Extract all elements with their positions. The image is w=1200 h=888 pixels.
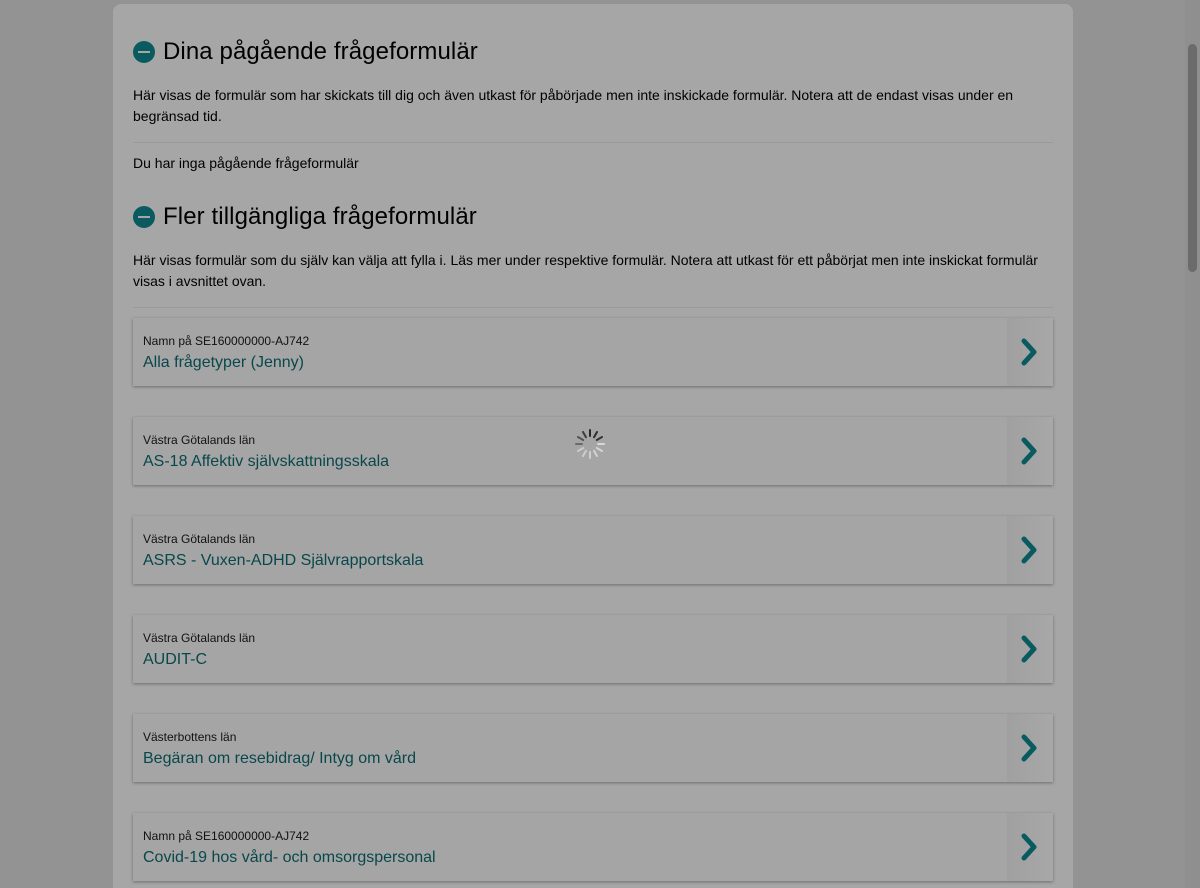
available-divider bbox=[133, 307, 1053, 308]
ongoing-section-title: Dina pågående frågeformulär bbox=[163, 38, 478, 65]
available-section: Fler tillgängliga frågeformulär bbox=[133, 202, 1053, 232]
chevron-right-icon bbox=[1021, 437, 1037, 465]
form-provider: Västra Götalands län bbox=[143, 532, 256, 546]
form-card[interactable]: Namn på SE160000000-AJ742 Alla frågetype… bbox=[133, 318, 1053, 386]
scrollbar-thumb[interactable] bbox=[1188, 44, 1197, 272]
chevron-right-icon bbox=[1021, 338, 1037, 366]
available-section-header: Fler tillgängliga frågeformulär bbox=[133, 202, 1053, 232]
form-card[interactable]: Västra Götalands län ASRS - Vuxen-ADHD S… bbox=[133, 516, 1053, 584]
chevron-right-icon bbox=[1021, 536, 1037, 564]
form-title-link[interactable]: AS-18 Affektiv självskattningsskala bbox=[143, 453, 389, 471]
minus-circle-icon[interactable] bbox=[133, 41, 155, 63]
chevron-right-icon bbox=[1021, 734, 1037, 762]
form-open-button[interactable] bbox=[1007, 813, 1053, 881]
ongoing-section-description: Här visas de formulär som har skickats t… bbox=[133, 87, 1014, 124]
form-provider: Västra Götalands län bbox=[143, 631, 256, 645]
minus-circle-icon[interactable] bbox=[133, 206, 155, 228]
form-provider: Västerbottens län bbox=[143, 730, 237, 744]
form-open-button[interactable] bbox=[1007, 714, 1053, 782]
form-list: Namn på SE160000000-AJ742 Alla frågetype… bbox=[133, 318, 1053, 888]
loading-spinner-icon bbox=[575, 429, 605, 459]
form-title-link[interactable]: Begäran om resebidrag/ Intyg om vård bbox=[143, 750, 416, 768]
form-provider: Västra Götalands län bbox=[143, 433, 256, 447]
form-card[interactable]: Namn på SE160000000-AJ742 Covid-19 hos v… bbox=[133, 813, 1053, 881]
form-open-button[interactable] bbox=[1007, 615, 1053, 683]
ongoing-empty-message: Du har inga pågående frågeformulär bbox=[133, 155, 359, 171]
form-open-button[interactable] bbox=[1007, 318, 1053, 386]
chevron-right-icon bbox=[1021, 635, 1037, 663]
ongoing-section-header: Dina pågående frågeformulär bbox=[133, 37, 1053, 67]
form-title-link[interactable]: Alla frågetyper (Jenny) bbox=[143, 354, 304, 372]
form-title-link[interactable]: AUDIT-C bbox=[143, 651, 207, 669]
page: Dina pågående frågeformulär Här visas de… bbox=[0, 0, 1200, 888]
form-title-link[interactable]: ASRS - Vuxen-ADHD Självrapportskala bbox=[143, 552, 423, 570]
ongoing-section: Dina pågående frågeformulär bbox=[133, 37, 1053, 67]
form-open-button[interactable] bbox=[1007, 417, 1053, 485]
form-provider: Namn på SE160000000-AJ742 bbox=[143, 334, 310, 348]
form-open-button[interactable] bbox=[1007, 516, 1053, 584]
form-card[interactable]: Västra Götalands län AUDIT-C bbox=[133, 615, 1053, 683]
form-provider: Namn på SE160000000-AJ742 bbox=[143, 829, 310, 843]
ongoing-divider bbox=[133, 142, 1053, 143]
form-card[interactable]: Västerbottens län Begäran om resebidrag/… bbox=[133, 714, 1053, 782]
chevron-right-icon bbox=[1021, 833, 1037, 861]
vertical-scrollbar[interactable] bbox=[1185, 0, 1200, 888]
form-title-link[interactable]: Covid-19 hos vård- och omsorgspersonal bbox=[143, 849, 436, 867]
available-section-title: Fler tillgängliga frågeformulär bbox=[163, 203, 477, 230]
available-section-description: Här visas formulär som du själv kan välj… bbox=[133, 252, 1038, 289]
